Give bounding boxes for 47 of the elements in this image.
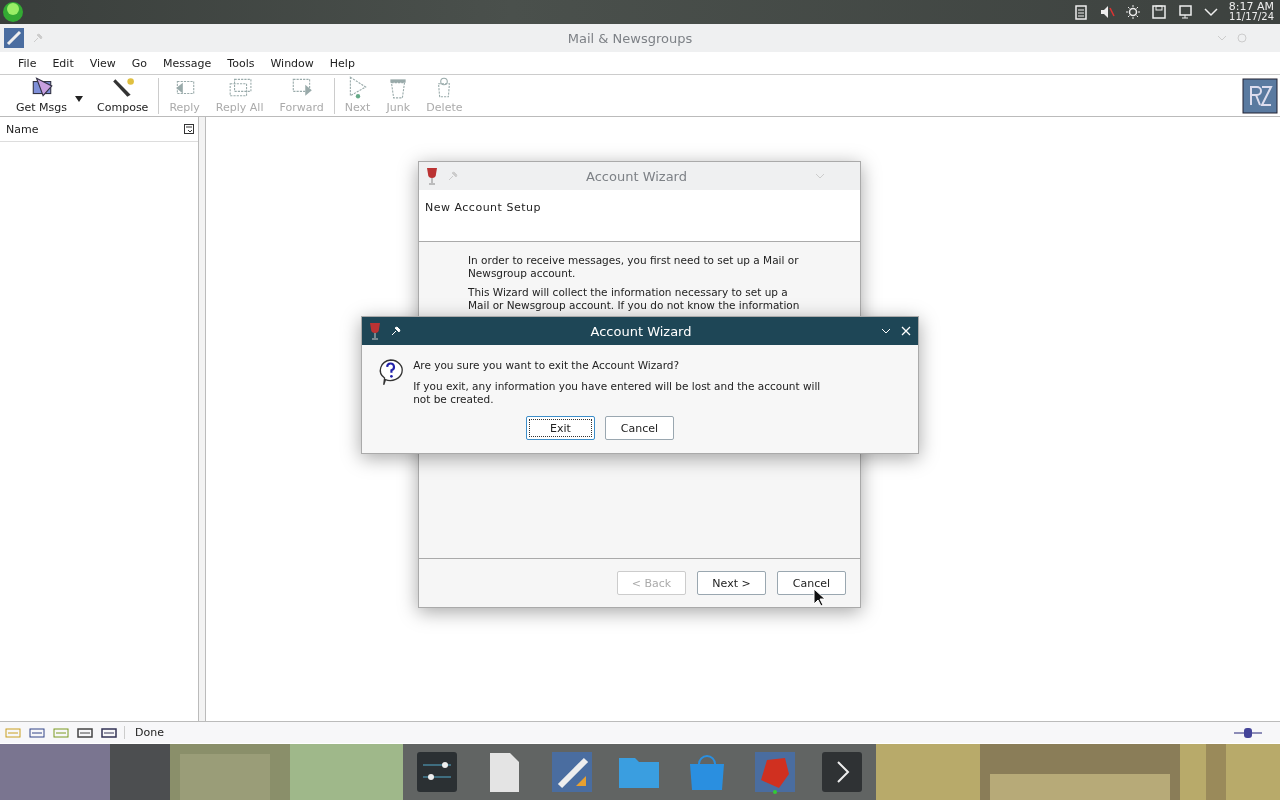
menu-item[interactable]: Message xyxy=(155,56,220,70)
network-icon[interactable] xyxy=(1176,4,1193,20)
dropdown-arrow-icon[interactable] xyxy=(75,96,84,102)
brightness-icon[interactable] xyxy=(1124,4,1141,20)
clock-time[interactable]: 8:17 AM xyxy=(1228,2,1274,12)
settings-sliders-icon[interactable] xyxy=(414,750,459,794)
menu-item[interactable]: Go xyxy=(123,56,156,70)
wizard-button[interactable]: Cancel xyxy=(777,571,846,595)
menu-item[interactable]: File xyxy=(10,56,45,70)
wizard-paragraph: This Wizard will collect the information necessary to set up a Mail or Newsgroup account. If you do not know the information xyxy=(468,286,801,312)
dialog-button[interactable]: Cancel xyxy=(605,416,674,440)
clock-date[interactable]: 11/17/24 xyxy=(1229,12,1274,22)
close-icon[interactable] xyxy=(900,325,912,337)
mail-app-icon xyxy=(4,28,24,48)
toolbar-button[interactable]: Compose xyxy=(89,75,157,116)
chevron-right-icon[interactable] xyxy=(820,750,865,794)
column-label[interactable]: Name xyxy=(6,122,39,136)
column-picker-icon[interactable] xyxy=(184,124,194,134)
wizard-heading: New Account Setup xyxy=(425,201,541,214)
save-icon[interactable] xyxy=(1150,4,1167,20)
confirm-detail: If you exit, any information you have entered will be lost and the account will not be created. xyxy=(413,380,822,406)
dialog-button[interactable]: Exit xyxy=(526,416,595,440)
throbber-logo-icon[interactable] xyxy=(1242,77,1278,114)
clipboard-icon[interactable] xyxy=(1072,4,1089,20)
dialog-title: Account Wizard xyxy=(585,168,688,184)
menu-item[interactable]: Help xyxy=(321,56,363,70)
status-text: Done xyxy=(124,726,164,739)
volume-muted-icon[interactable] xyxy=(1098,4,1115,20)
menu-item[interactable]: View xyxy=(81,56,124,70)
toolbar-button[interactable]: Get Msgs xyxy=(8,75,76,116)
column-header[interactable]: Name xyxy=(0,117,198,142)
menu-item[interactable]: Edit xyxy=(44,56,82,70)
confirm-question: Are you sure you want to exit the Account Wizard? xyxy=(413,359,681,372)
online-status-icon[interactable] xyxy=(1234,725,1262,740)
wine-glass-icon xyxy=(425,167,439,185)
wine-glass-icon xyxy=(368,322,382,340)
wizard-button[interactable]: Next > xyxy=(697,571,766,595)
menu-item[interactable]: Tools xyxy=(219,56,263,70)
component-bar-icon[interactable] xyxy=(76,725,94,740)
component-bar-icon[interactable] xyxy=(100,725,118,740)
menu-item[interactable]: Window xyxy=(262,56,322,70)
wizard-paragraph: In order to receive messages, you first need to set up a Mail or Newsgroup account. xyxy=(468,254,800,280)
app-launcher-icon[interactable] xyxy=(2,1,24,23)
window-title: Mail & Newsgroups xyxy=(566,30,694,46)
pen-icon xyxy=(110,75,135,99)
dialog-title: Account Wizard xyxy=(589,323,693,339)
mail-app-icon[interactable] xyxy=(549,750,594,794)
